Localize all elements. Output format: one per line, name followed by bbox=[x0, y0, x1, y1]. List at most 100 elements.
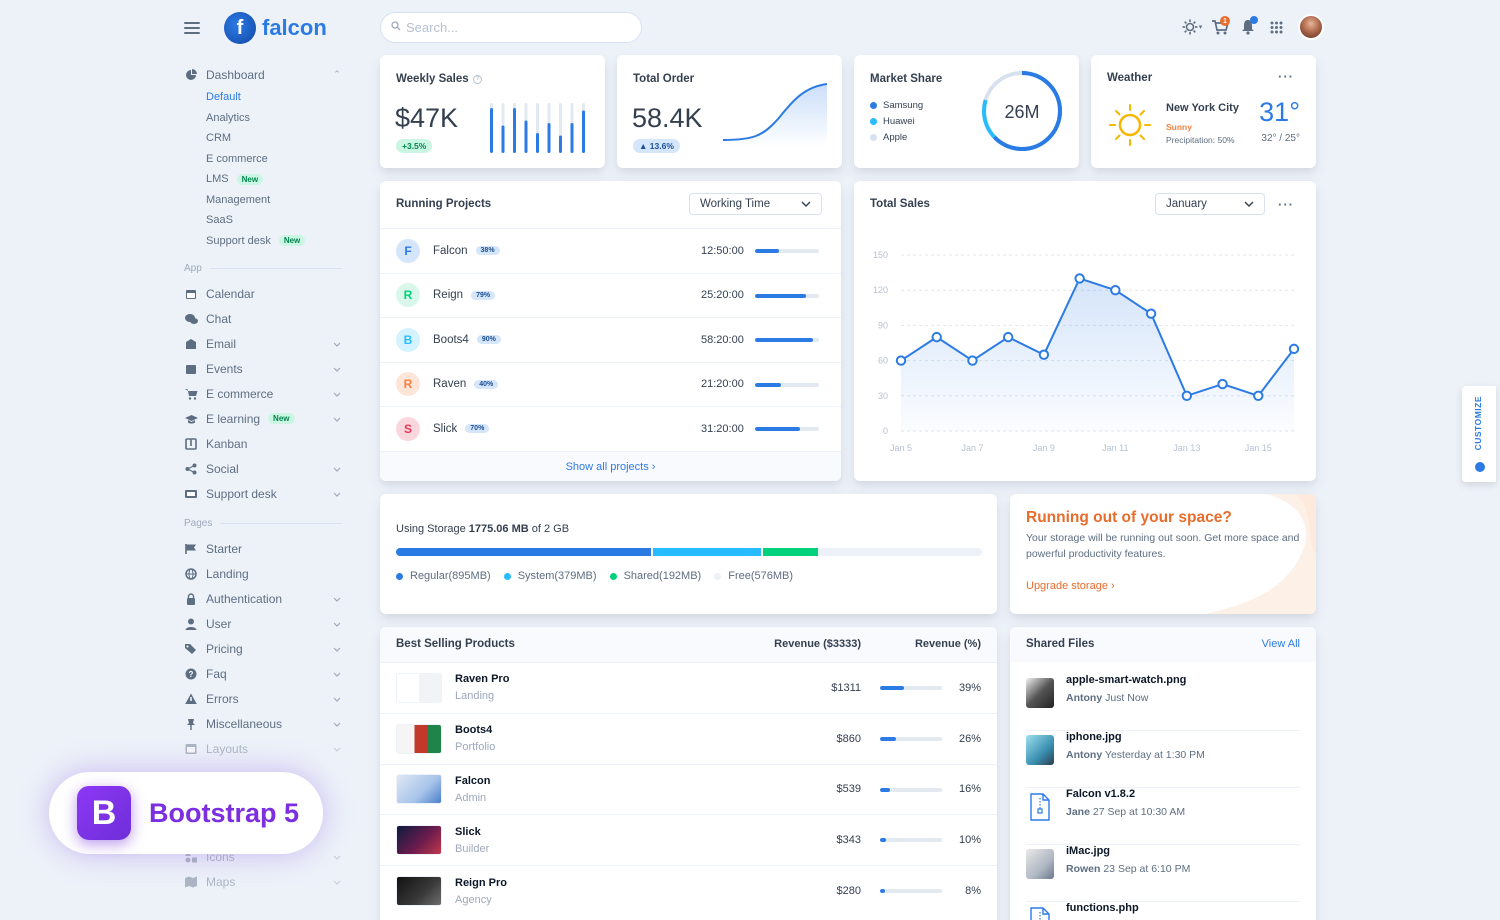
sidebar-item-email[interactable]: Email bbox=[184, 331, 342, 356]
product-name[interactable]: Raven Pro bbox=[455, 673, 509, 685]
data-point[interactable] bbox=[1004, 333, 1012, 341]
upgrade-storage-link[interactable]: Upgrade storage › bbox=[1026, 580, 1115, 592]
product-row[interactable]: Reign ProAgency$2808% bbox=[380, 865, 997, 916]
project-name[interactable]: Falcon bbox=[433, 245, 468, 257]
month-select[interactable]: January bbox=[1155, 193, 1265, 215]
data-point[interactable] bbox=[1147, 309, 1155, 317]
sidebar-item-errors[interactable]: Errors bbox=[184, 686, 342, 711]
y-tick-label: 120 bbox=[873, 285, 888, 295]
sidebar-nav: Dashboard ⌃ Default Analytics CRM E comm… bbox=[184, 62, 342, 894]
sidebar-subitem-support-desk[interactable]: Support deskNew bbox=[184, 231, 342, 252]
sidebar-subitem-lms[interactable]: LMSNew bbox=[184, 169, 342, 190]
storage-progress-bar bbox=[396, 548, 982, 556]
brand: f falcon bbox=[184, 12, 327, 44]
file-row[interactable]: functions.php bbox=[1026, 902, 1300, 920]
sidebar-item-dashboard[interactable]: Dashboard ⌃ bbox=[184, 62, 342, 87]
legend-label: Huawei bbox=[883, 116, 915, 127]
sidebar-item-kanban[interactable]: Kanban bbox=[184, 431, 342, 456]
sidebar-subitem-analytics[interactable]: Analytics bbox=[184, 108, 342, 129]
apps-grid-icon[interactable] bbox=[1264, 15, 1288, 39]
theme-toggle-icon[interactable]: ▾ bbox=[1180, 15, 1204, 39]
sidebar-item-user[interactable]: User bbox=[184, 611, 342, 636]
sidebar-item-label: Social bbox=[206, 462, 332, 476]
sidebar-item-starter[interactable]: Starter bbox=[184, 536, 342, 561]
project-row[interactable]: RRaven40%21:20:00 bbox=[380, 362, 841, 407]
sidebar-item-events[interactable]: Events bbox=[184, 356, 342, 381]
show-all-projects-link[interactable]: Show all projects › bbox=[380, 451, 841, 481]
sidebar-item-miscellaneous[interactable]: Miscellaneous bbox=[184, 711, 342, 736]
data-point[interactable] bbox=[1290, 345, 1298, 353]
product-name[interactable]: Slick bbox=[455, 826, 489, 838]
project-name[interactable]: Reign bbox=[433, 289, 463, 301]
data-point[interactable] bbox=[1218, 380, 1226, 388]
cart-icon[interactable]: 1 bbox=[1208, 15, 1232, 39]
brand-name[interactable]: falcon bbox=[262, 15, 327, 41]
user-avatar[interactable] bbox=[1298, 14, 1324, 40]
product-revenue-bar bbox=[880, 838, 942, 842]
product-row[interactable]: Boots4Portfolio$86026% bbox=[380, 713, 997, 764]
sidebar-item-authentication[interactable]: Authentication bbox=[184, 586, 342, 611]
falcon-logo-icon[interactable]: f bbox=[224, 12, 256, 44]
file-row[interactable]: Falcon v1.8.2Jane 27 Sep at 10:30 AM bbox=[1026, 788, 1300, 845]
storage-card: Using Storage 1775.06 MB of 2 GB Regular… bbox=[380, 494, 997, 614]
file-name[interactable]: Falcon v1.8.2 bbox=[1066, 788, 1185, 800]
customize-tab[interactable]: CUSTOMIZE bbox=[1462, 386, 1496, 482]
menu-toggle-icon[interactable] bbox=[184, 22, 200, 34]
project-name[interactable]: Raven bbox=[433, 378, 466, 390]
file-name[interactable]: iMac.jpg bbox=[1066, 845, 1190, 857]
data-point[interactable] bbox=[1254, 392, 1262, 400]
sidebar-subitem-saas[interactable]: SaaS bbox=[184, 210, 342, 231]
sidebar-item-e-commerce[interactable]: E commerce bbox=[184, 381, 342, 406]
file-row[interactable]: iphone.jpgAntony Yesterday at 1:30 PM bbox=[1026, 731, 1300, 788]
sidebar-subitem-crm[interactable]: CRM bbox=[184, 128, 342, 149]
search-box[interactable] bbox=[380, 12, 642, 43]
project-row[interactable]: BBoots490%58:20:00 bbox=[380, 317, 841, 362]
sidebar-item-social[interactable]: Social bbox=[184, 456, 342, 481]
sidebar-item-faq[interactable]: ?Faq bbox=[184, 661, 342, 686]
more-options-icon[interactable]: ··· bbox=[1278, 197, 1294, 212]
sidebar-subitem-default[interactable]: Default bbox=[184, 87, 342, 108]
product-name[interactable]: Falcon bbox=[455, 775, 490, 787]
data-point[interactable] bbox=[968, 356, 976, 364]
sidebar-item-calendar[interactable]: Calendar bbox=[184, 281, 342, 306]
file-name[interactable]: iphone.jpg bbox=[1066, 731, 1205, 743]
project-row[interactable]: RReign79%25:20:00 bbox=[380, 273, 841, 318]
product-name[interactable]: Boots4 bbox=[455, 724, 495, 736]
sidebar-item-pricing[interactable]: Pricing bbox=[184, 636, 342, 661]
project-row[interactable]: SSlick70%31:20:00 bbox=[380, 406, 841, 451]
sidebar-item-landing[interactable]: Landing bbox=[184, 561, 342, 586]
sidebar-item-layouts[interactable]: Layouts bbox=[184, 736, 342, 761]
sidebar-item-e-learning[interactable]: E learningNew bbox=[184, 406, 342, 431]
data-point[interactable] bbox=[1183, 392, 1191, 400]
view-all-link[interactable]: View All bbox=[1262, 638, 1300, 650]
data-point[interactable] bbox=[897, 356, 905, 364]
data-point[interactable] bbox=[933, 333, 941, 341]
x-tick-label: Jan 13 bbox=[1173, 443, 1200, 453]
file-name[interactable]: functions.php bbox=[1066, 902, 1139, 914]
product-row[interactable]: Raven ProLanding$131139% bbox=[380, 662, 997, 713]
project-name[interactable]: Slick bbox=[433, 423, 457, 435]
search-input[interactable] bbox=[406, 20, 626, 35]
sidebar-item-chat[interactable]: Chat bbox=[184, 306, 342, 331]
weather-card: Weather ··· New York City Sunny Precipit… bbox=[1091, 55, 1316, 168]
sidebar-subitem-management[interactable]: Management bbox=[184, 190, 342, 211]
project-progress-bar bbox=[755, 294, 819, 298]
product-row[interactable]: FalconAdmin$53916% bbox=[380, 764, 997, 815]
project-row[interactable]: FFalcon38%12:50:00 bbox=[380, 228, 841, 273]
product-name[interactable]: Reign Pro bbox=[455, 877, 507, 889]
working-time-select[interactable]: Working Time bbox=[689, 193, 822, 215]
project-name[interactable]: Boots4 bbox=[433, 334, 469, 346]
file-row[interactable]: iMac.jpgRowen 23 Sep at 6:10 PM bbox=[1026, 845, 1300, 902]
file-row[interactable]: apple-smart-watch.pngAntony Just Now bbox=[1026, 674, 1300, 731]
file-name[interactable]: apple-smart-watch.png bbox=[1066, 674, 1186, 686]
info-icon[interactable]: ? bbox=[473, 75, 482, 84]
sidebar-item-support-desk[interactable]: Support desk bbox=[184, 481, 342, 506]
product-row[interactable]: SlickBuilder$34310% bbox=[380, 814, 997, 865]
data-point[interactable] bbox=[1111, 286, 1119, 294]
sidebar-item-maps[interactable]: Maps bbox=[184, 869, 342, 894]
more-options-icon[interactable]: ··· bbox=[1278, 69, 1294, 84]
sidebar-subitem-ecommerce[interactable]: E commerce bbox=[184, 149, 342, 170]
bell-icon[interactable] bbox=[1236, 15, 1260, 39]
data-point[interactable] bbox=[1040, 351, 1048, 359]
data-point[interactable] bbox=[1075, 274, 1083, 282]
